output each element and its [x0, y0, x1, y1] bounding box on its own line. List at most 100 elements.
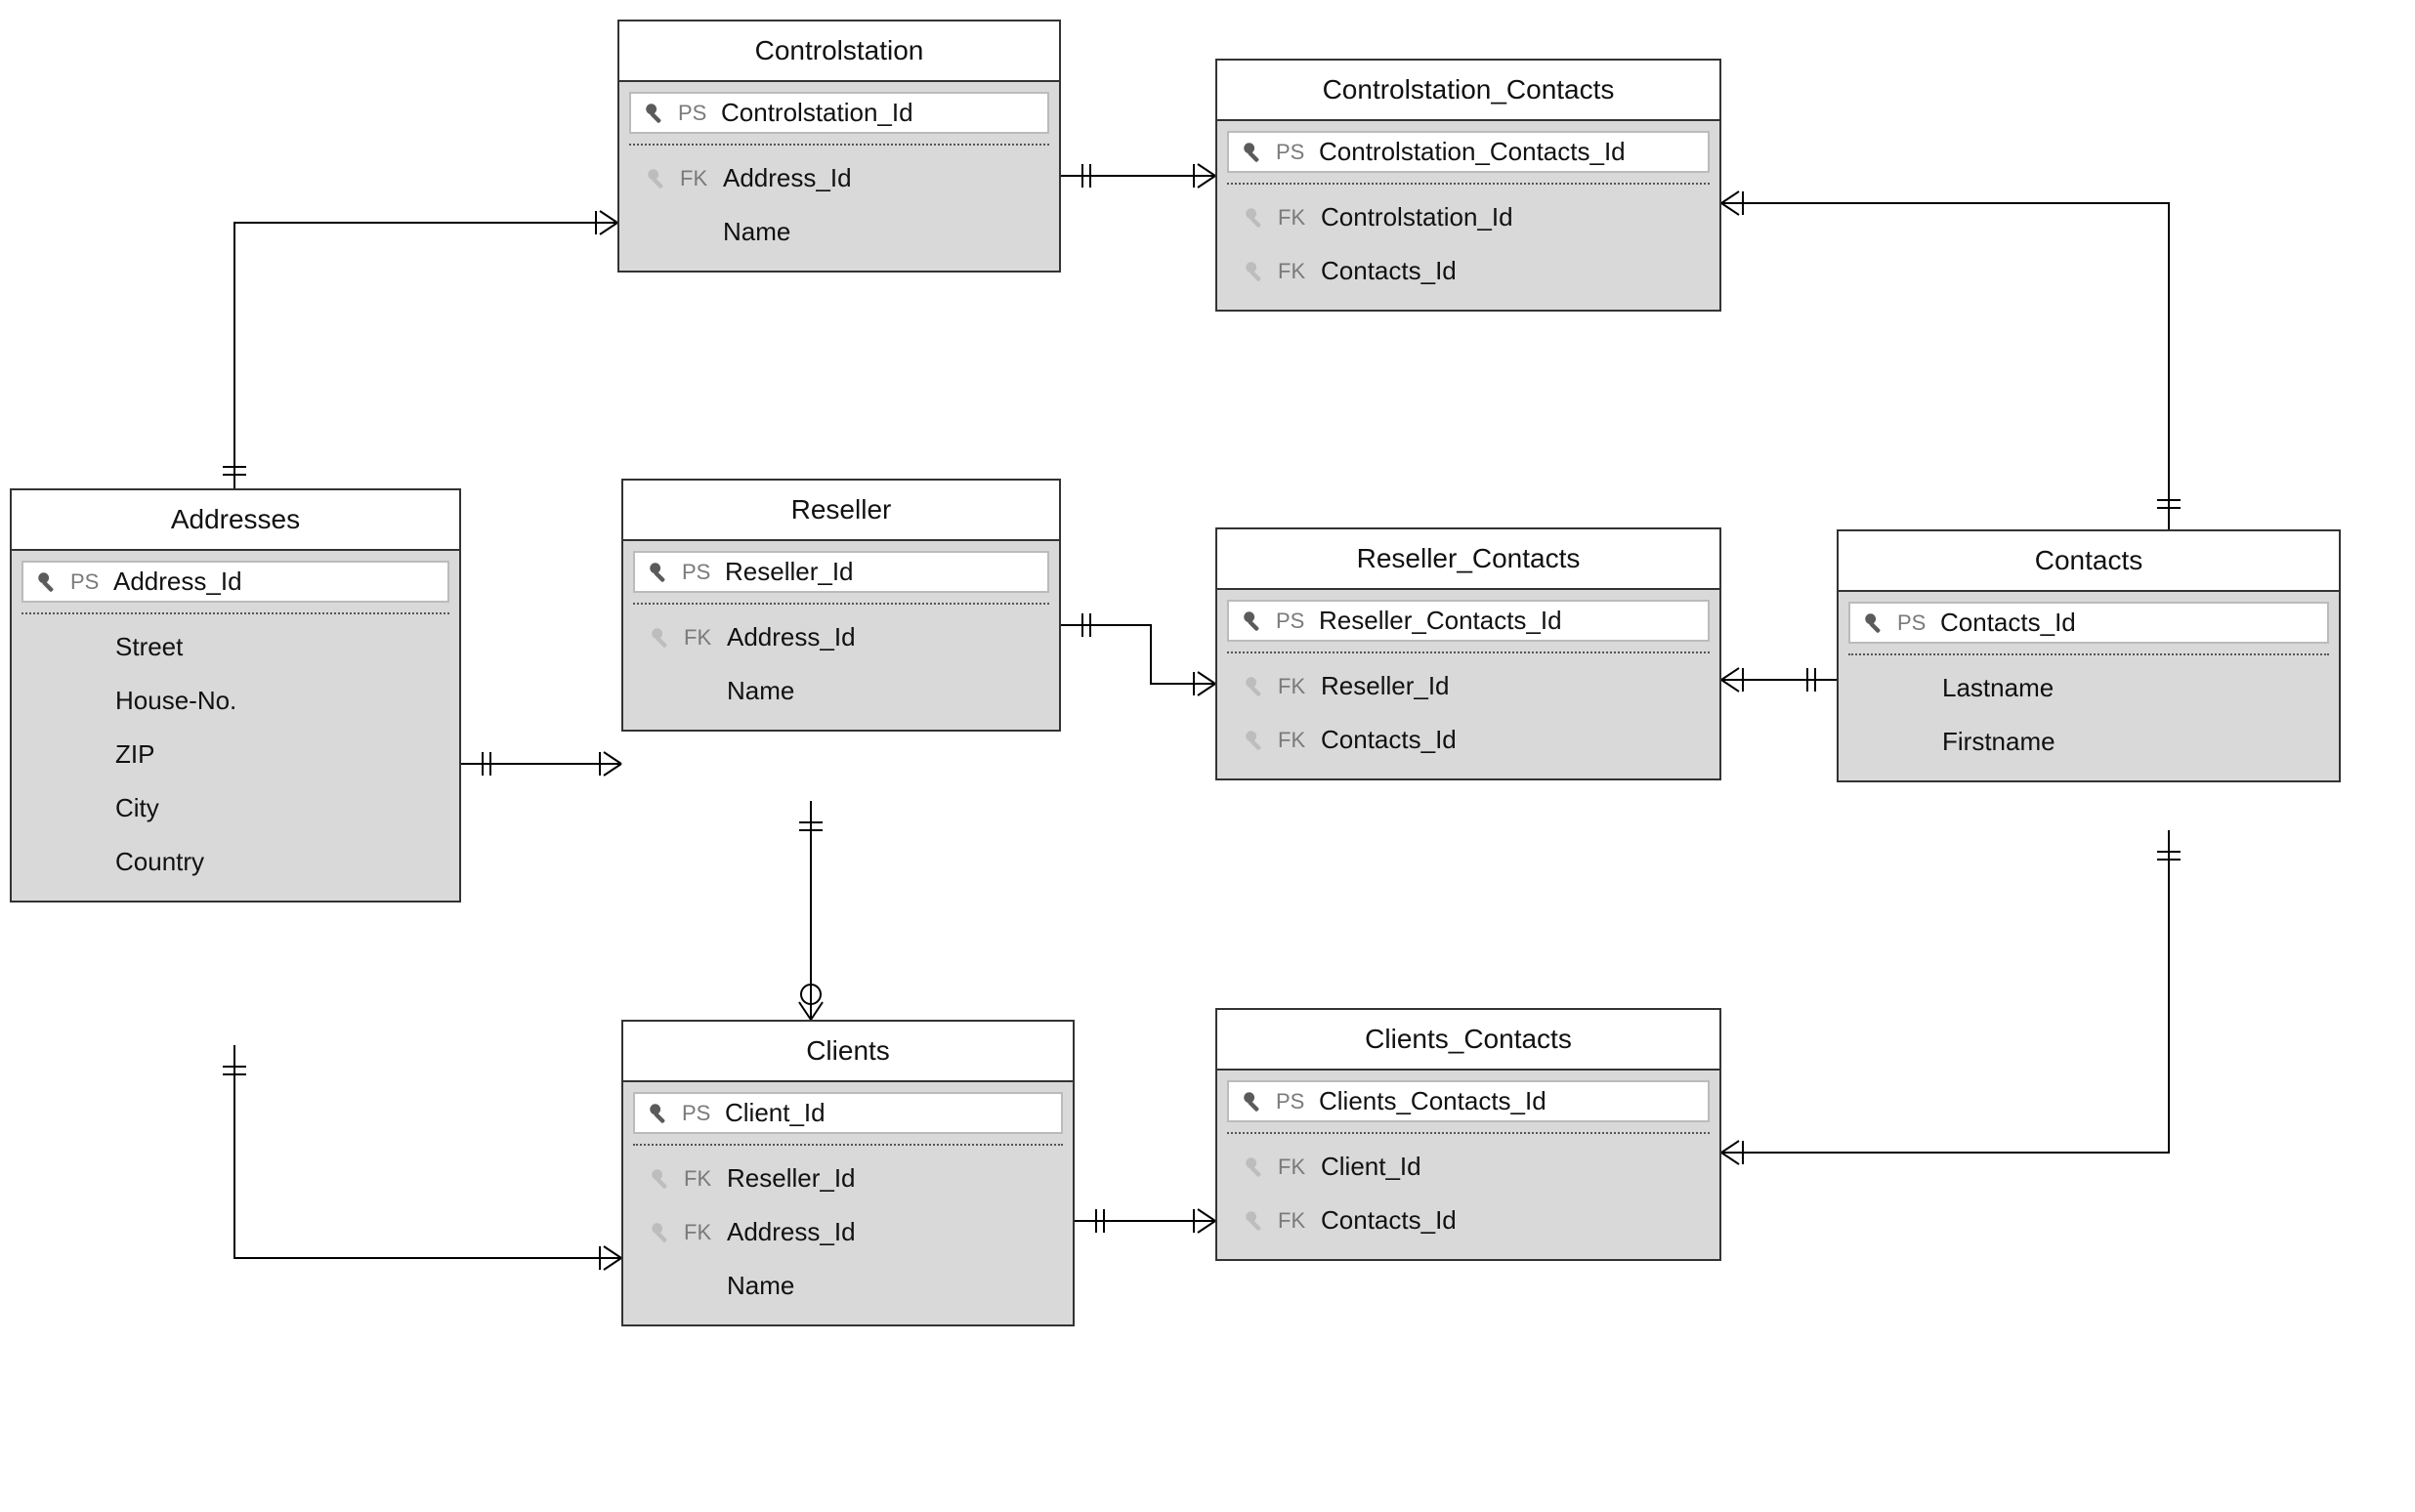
entity-reseller[interactable]: Reseller PS Reseller_Id FKAddress_IdName — [621, 479, 1061, 732]
column-row: PS Controlstation_Contacts_Id — [1227, 131, 1710, 173]
column-row: PS Clients_Contacts_Id — [1227, 1080, 1710, 1122]
column-row: Firstname — [1848, 715, 2329, 769]
column-name: ZIP — [115, 739, 444, 770]
entity-title: Controlstation — [619, 21, 1059, 82]
column-rows: FKReseller_IdFKContacts_Id — [1217, 653, 1719, 778]
key-tag: PS — [1276, 1089, 1319, 1114]
key-tag: FK — [684, 1220, 727, 1245]
column-rows: Lastname Firstname — [1839, 655, 2339, 780]
column-rows: Street House-No. ZIP CityCountry — [12, 614, 459, 901]
column-name: Contacts_Id — [1321, 725, 1704, 755]
column-rows: FKAddress_Id Name — [623, 605, 1059, 730]
entity-title: Clients — [623, 1022, 1073, 1082]
column-name: Client_Id — [725, 1098, 1059, 1128]
key-icon — [1233, 259, 1278, 284]
column-row: PS Address_Id — [21, 561, 449, 603]
entity-title: Controlstation_Contacts — [1217, 61, 1719, 121]
column-row: FKAddress_Id — [633, 610, 1049, 664]
column-name: Controlstation_Contacts_Id — [1319, 137, 1706, 167]
column-row: FKAddress_Id — [629, 151, 1049, 205]
key-tag: PS — [678, 101, 721, 126]
column-name: Client_Id — [1321, 1152, 1704, 1182]
column-row: PS Controlstation_Id — [629, 92, 1049, 134]
key-icon — [639, 1166, 684, 1192]
key-tag: PS — [682, 560, 725, 585]
key-icon — [1233, 1208, 1278, 1234]
column-row: ZIP — [21, 728, 449, 781]
column-name: Lastname — [1942, 673, 2323, 703]
entity-clients-contacts[interactable]: Clients_Contacts PS Clients_Contacts_Id … — [1215, 1008, 1721, 1261]
entity-controlstation[interactable]: Controlstation PS Controlstation_Id FKAd… — [617, 20, 1061, 273]
column-name: Reseller_Id — [725, 557, 1045, 587]
column-name: Controlstation_Id — [721, 98, 1045, 128]
entity-title: Contacts — [1839, 531, 2339, 592]
column-rows: FKAddress_IdName — [619, 146, 1059, 271]
key-icon — [633, 101, 678, 126]
column-name: House-No. — [115, 686, 444, 716]
key-icon — [1233, 205, 1278, 231]
column-row: FKReseller_Id — [1227, 659, 1710, 713]
key-tag: FK — [1278, 1208, 1321, 1234]
key-icon — [1231, 1089, 1276, 1114]
entity-reseller-contacts[interactable]: Reseller_Contacts PS Reseller_Contacts_I… — [1215, 527, 1721, 780]
column-row: FKContacts_Id — [1227, 713, 1710, 767]
entity-title: Addresses — [12, 490, 459, 551]
column-name: Address_Id — [727, 1217, 1057, 1247]
column-name: Street — [115, 632, 444, 662]
column-row: PS Contacts_Id — [1848, 602, 2329, 644]
key-icon — [1231, 140, 1276, 165]
key-tag: PS — [1897, 610, 1940, 636]
column-rows: FKReseller_IdFKAddress_IdName — [623, 1146, 1073, 1324]
column-row: Name — [633, 664, 1049, 718]
key-tag: PS — [682, 1101, 725, 1126]
column-rows: FKControlstation_IdFKContacts_Id — [1217, 185, 1719, 310]
column-row: FKClient_Id — [1227, 1140, 1710, 1194]
column-name: Contacts_Id — [1321, 256, 1704, 286]
key-icon — [637, 560, 682, 585]
column-row: PS Reseller_Contacts_Id — [1227, 600, 1710, 642]
key-tag: PS — [70, 569, 113, 595]
column-row: Name — [629, 205, 1049, 259]
column-name: Clients_Contacts_Id — [1319, 1086, 1706, 1116]
key-icon — [1233, 728, 1278, 753]
column-rows: FKClient_IdFKContacts_Id — [1217, 1134, 1719, 1259]
column-row: FKControlstation_Id — [1227, 190, 1710, 244]
key-tag: FK — [1278, 205, 1321, 231]
column-name: Address_Id — [727, 622, 1043, 652]
column-row: Country — [21, 835, 449, 889]
column-name: Reseller_Contacts_Id — [1319, 606, 1706, 636]
column-name: Controlstation_Id — [1321, 202, 1704, 232]
erd-canvas: Controlstation PS Controlstation_Id FKAd… — [0, 0, 2415, 1512]
entity-contacts[interactable]: Contacts PS Contacts_Id Lastname Firstnam… — [1837, 529, 2341, 782]
key-icon — [1233, 1155, 1278, 1180]
key-tag: FK — [1278, 259, 1321, 284]
column-row: City — [21, 781, 449, 835]
column-row: House-No. — [21, 674, 449, 728]
column-name: Contacts_Id — [1321, 1205, 1704, 1236]
entity-title: Clients_Contacts — [1217, 1010, 1719, 1071]
column-row: PS Reseller_Id — [633, 551, 1049, 593]
column-row: Name — [633, 1259, 1063, 1313]
column-name: Name — [727, 676, 1043, 706]
entity-addresses[interactable]: Addresses PS Address_Id Street House-No. Z… — [10, 488, 461, 903]
key-icon — [25, 569, 70, 595]
entity-title: Reseller_Contacts — [1217, 529, 1719, 590]
key-tag: PS — [1276, 609, 1319, 634]
key-tag: FK — [1278, 1155, 1321, 1180]
entity-controlstation-contacts[interactable]: Controlstation_Contacts PS Controlstatio… — [1215, 59, 1721, 312]
column-name: Firstname — [1942, 727, 2323, 757]
column-name: Contacts_Id — [1940, 608, 2325, 638]
column-name: Address_Id — [723, 163, 1043, 193]
column-name: Reseller_Id — [727, 1163, 1057, 1194]
key-icon — [1852, 610, 1897, 636]
key-icon — [639, 625, 684, 651]
column-row: FKReseller_Id — [633, 1152, 1063, 1205]
key-icon — [635, 166, 680, 191]
column-row: FKAddress_Id — [633, 1205, 1063, 1259]
column-name: Address_Id — [113, 567, 445, 597]
entity-clients[interactable]: Clients PS Client_Id FKReseller_IdFKAddr… — [621, 1020, 1075, 1326]
key-icon — [1231, 609, 1276, 634]
key-icon — [637, 1101, 682, 1126]
column-name: Reseller_Id — [1321, 671, 1704, 701]
column-name: Name — [727, 1271, 1057, 1301]
